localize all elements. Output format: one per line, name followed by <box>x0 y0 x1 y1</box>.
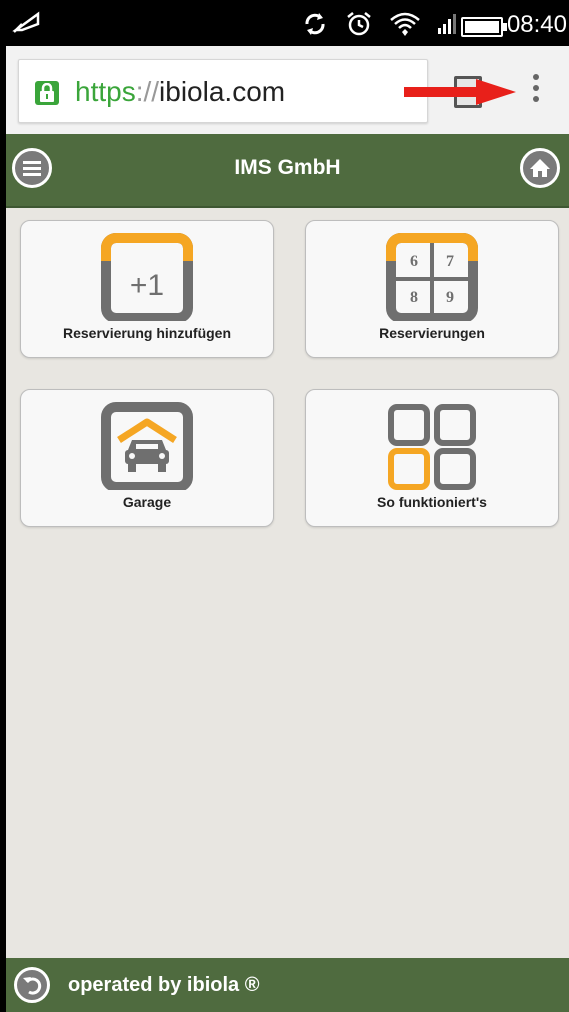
wifi-icon <box>389 10 421 43</box>
digit-eight: 8 <box>410 289 418 306</box>
tile-label: Reservierungen <box>379 325 485 341</box>
address-bar[interactable]: https://ibiola.com <box>18 59 428 123</box>
signal-icon <box>437 12 459 41</box>
leaf-icon <box>12 10 42 39</box>
plus-one-text: +1 <box>130 269 164 302</box>
calendar-grid-icon: 6 7 8 9 <box>386 233 478 326</box>
clock: 08:40 <box>506 11 567 38</box>
tile-add-reservation[interactable]: +1 Reservierung hinzufügen <box>20 220 274 358</box>
tile-garage[interactable]: Garage <box>20 389 274 527</box>
garage-car-icon <box>101 402 193 495</box>
four-squares-icon <box>386 402 478 495</box>
browser-toolbar: https://ibiola.com <box>6 46 569 134</box>
lock-icon <box>35 81 59 105</box>
app-header: IMS GmbH <box>6 134 569 208</box>
digit-six: 6 <box>410 253 418 270</box>
home-button[interactable] <box>520 148 560 188</box>
url-host: ibiola.com <box>159 76 286 107</box>
tile-how-it-works[interactable]: So funktioniert's <box>305 389 559 527</box>
red-arrow-annotation <box>404 79 520 110</box>
overflow-menu-button[interactable] <box>530 74 542 106</box>
plus-one-icon: +1 <box>101 233 193 326</box>
footer-text: operated by ibiola ® <box>68 974 260 996</box>
back-button[interactable] <box>14 967 50 1003</box>
digit-seven: 7 <box>446 253 454 270</box>
digit-nine: 9 <box>446 289 454 306</box>
tile-label: So funktioniert's <box>377 494 487 510</box>
home-icon <box>530 159 550 177</box>
battery-icon <box>461 17 507 37</box>
tile-label: Garage <box>122 494 172 510</box>
alarm-icon <box>345 10 373 43</box>
app-footer: operated by ibiola ® <box>6 958 569 1012</box>
url-scheme: https <box>75 76 136 107</box>
sync-icon <box>301 10 329 43</box>
back-arrow-icon <box>23 977 42 995</box>
tile-reservations[interactable]: 6 7 8 9 Reservierungen <box>305 220 559 358</box>
screen: 08:40 https://ibiola.com IMS GmbH +1 Res… <box>6 0 569 1012</box>
page-title: IMS GmbH <box>234 156 341 179</box>
tile-label: Reservierung hinzufügen <box>62 325 232 341</box>
url-separator: :// <box>135 76 160 107</box>
status-bar: 08:40 <box>6 0 569 46</box>
url-text[interactable]: https://ibiola.com <box>75 76 285 108</box>
